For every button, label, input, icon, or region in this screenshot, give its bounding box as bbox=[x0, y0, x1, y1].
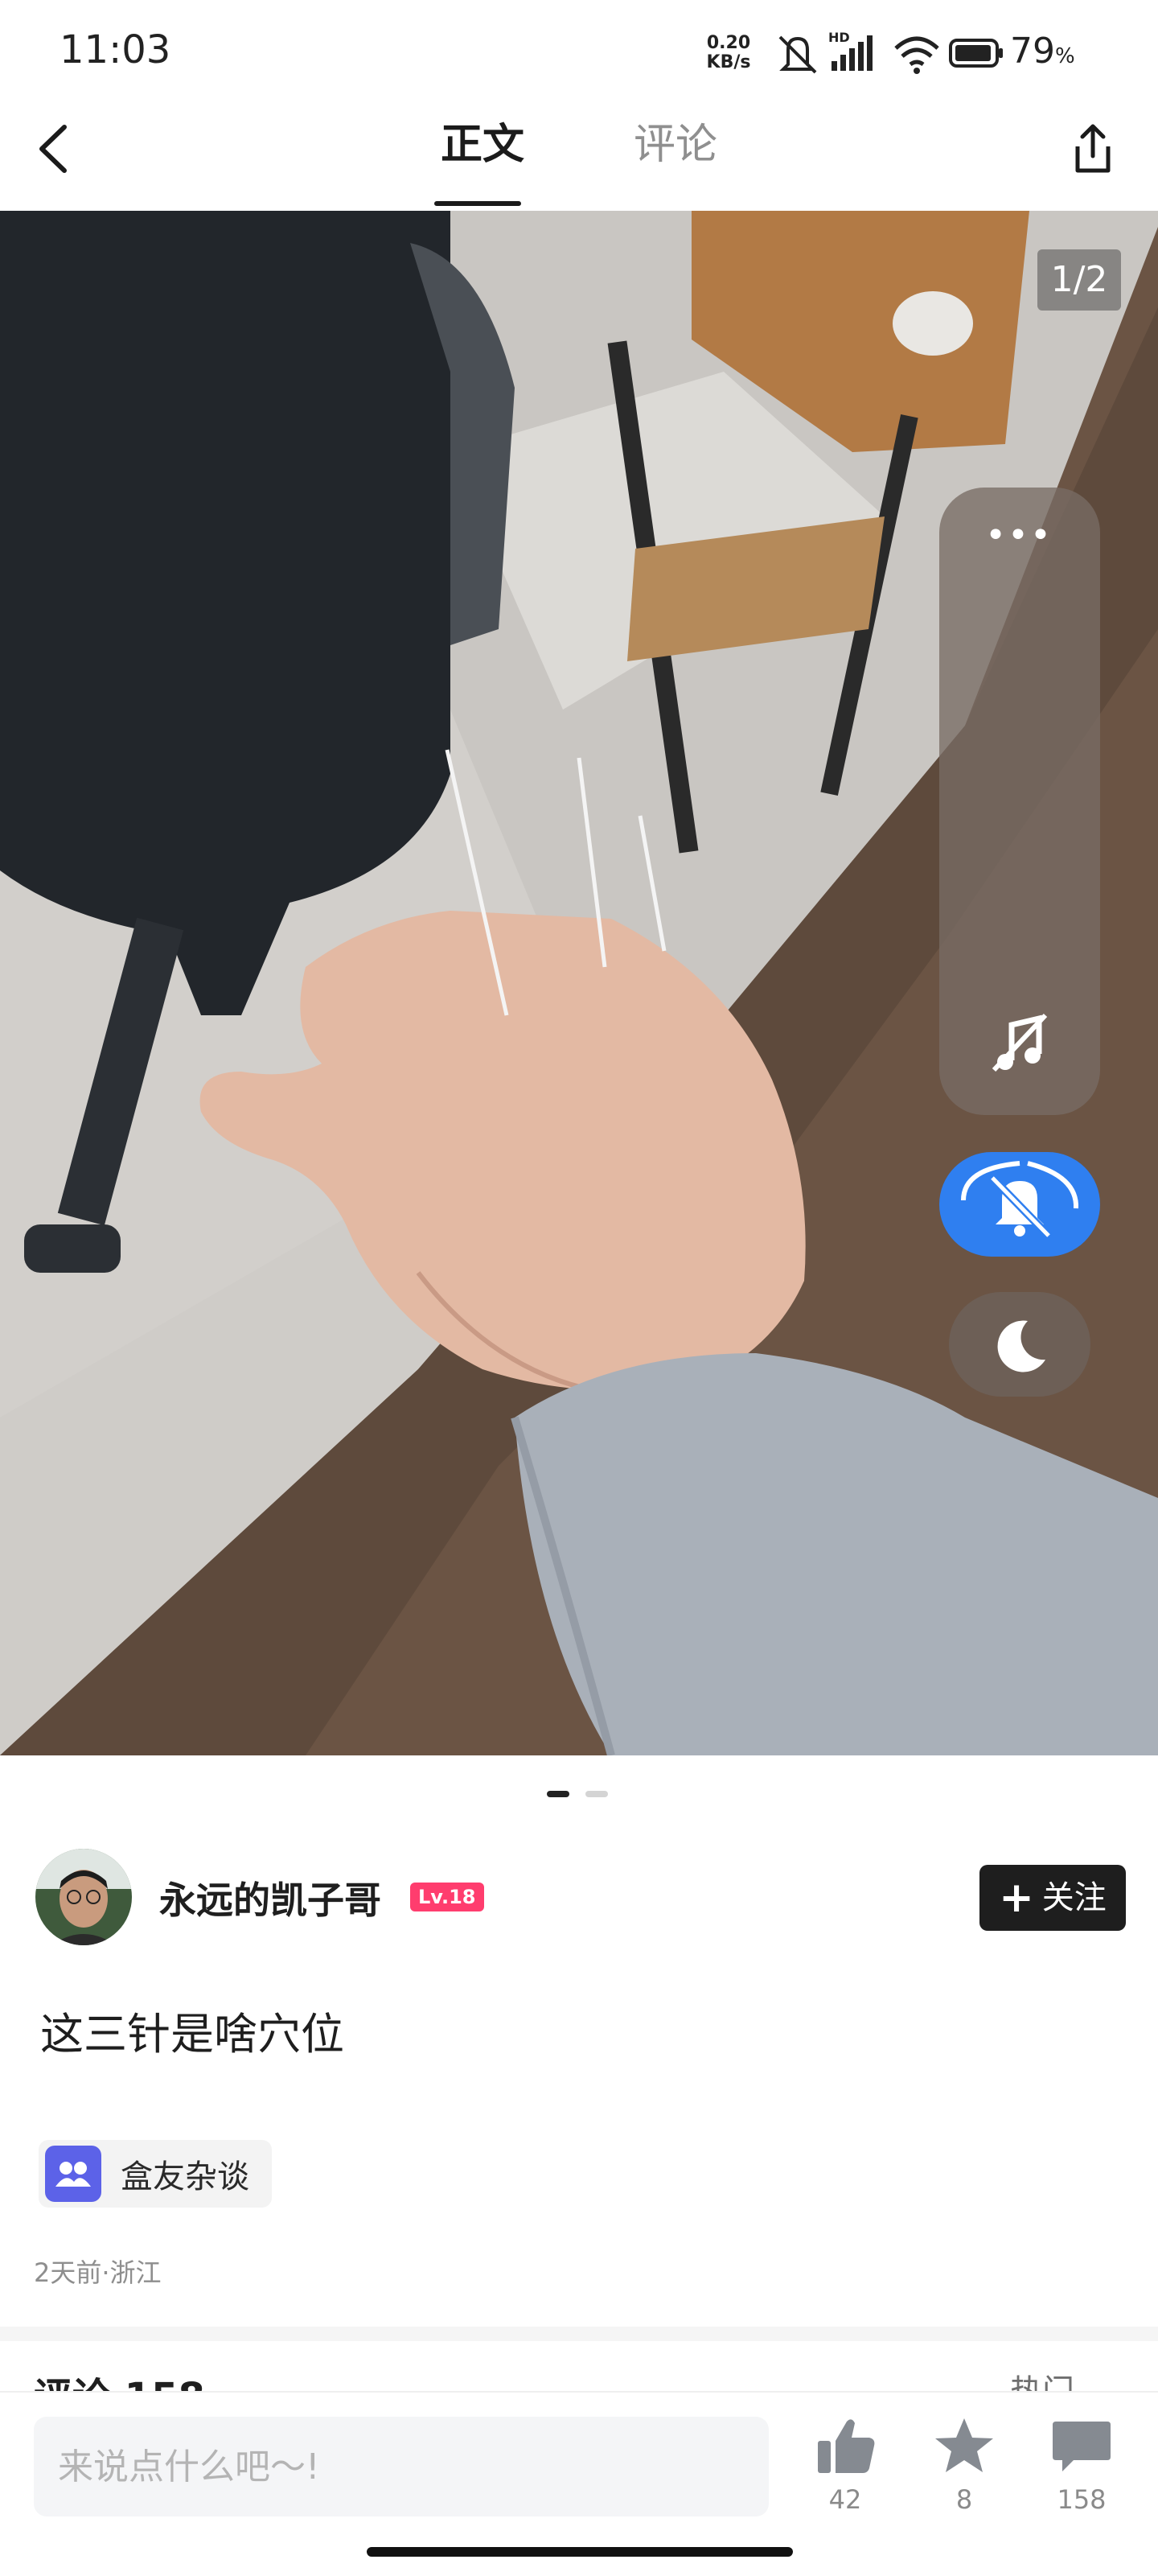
comment-count: 158 bbox=[1057, 2484, 1107, 2515]
night-mode-button[interactable] bbox=[949, 1292, 1090, 1397]
bell-off-icon bbox=[961, 1161, 1079, 1239]
comment-button[interactable]: 158 bbox=[1037, 2413, 1126, 2515]
home-indicator[interactable] bbox=[367, 2547, 793, 2557]
status-time: 11:03 bbox=[60, 27, 171, 72]
post-meta: 2天前·浙江 bbox=[34, 2257, 162, 2288]
network-type-label: HD bbox=[828, 30, 850, 45]
back-arrow-icon bbox=[39, 125, 67, 173]
music-off-button[interactable] bbox=[979, 1004, 1060, 1084]
moon-icon bbox=[997, 1320, 1045, 1372]
group-icon bbox=[45, 2146, 101, 2202]
star-icon bbox=[935, 2418, 993, 2472]
plus-icon: + bbox=[999, 1874, 1034, 1922]
pager-dot-active bbox=[547, 1791, 569, 1797]
avatar-image bbox=[35, 1849, 132, 1945]
like-count: 42 bbox=[828, 2484, 862, 2515]
mute-toggle-button[interactable] bbox=[939, 1152, 1100, 1257]
topic-chip[interactable]: 盒友杂谈 bbox=[39, 2140, 272, 2208]
post-title: 这三针是啥穴位 bbox=[40, 2009, 344, 2060]
network-speed-value: 0.20 bbox=[706, 33, 751, 53]
battery-icon bbox=[949, 39, 1003, 68]
level-badge: Lv.18 bbox=[410, 1883, 484, 1911]
music-off-icon bbox=[992, 1013, 1048, 1072]
comment-bubble-icon bbox=[1053, 2422, 1111, 2471]
share-button[interactable] bbox=[1063, 119, 1123, 179]
author-avatar[interactable] bbox=[35, 1849, 132, 1945]
thumbs-up-icon bbox=[818, 2419, 875, 2473]
network-speed: 0.20 KB/s bbox=[703, 34, 754, 72]
favorite-button[interactable]: 8 bbox=[920, 2413, 1008, 2515]
like-button[interactable]: 42 bbox=[801, 2413, 889, 2515]
follow-button[interactable]: + 关注 bbox=[979, 1865, 1126, 1931]
author-name[interactable]: 永远的凯子哥 bbox=[159, 1871, 381, 1924]
topic-label: 盒友杂谈 bbox=[121, 2158, 249, 2195]
comment-input[interactable] bbox=[34, 2417, 769, 2516]
back-button[interactable] bbox=[32, 119, 80, 179]
tab-main-text[interactable]: 正文 bbox=[434, 116, 531, 174]
section-divider bbox=[0, 2327, 1158, 2341]
share-icon bbox=[1075, 124, 1111, 173]
status-icons: HD bbox=[778, 30, 1003, 74]
tab-comments[interactable]: 评论 bbox=[627, 116, 724, 174]
follow-label: 关注 bbox=[1041, 1879, 1107, 1916]
battery-percent: 79% bbox=[1010, 31, 1075, 72]
mute-bell-icon bbox=[778, 35, 817, 74]
favorite-count: 8 bbox=[955, 2484, 973, 2515]
more-icon[interactable]: ••• bbox=[983, 515, 1055, 563]
network-speed-unit: KB/s bbox=[706, 52, 751, 72]
pager-dot bbox=[585, 1791, 608, 1797]
image-page-counter: 1/2 bbox=[1037, 249, 1121, 311]
active-tab-indicator bbox=[434, 201, 521, 206]
wifi-icon bbox=[894, 36, 939, 74]
signal-icon: HD bbox=[828, 30, 873, 71]
